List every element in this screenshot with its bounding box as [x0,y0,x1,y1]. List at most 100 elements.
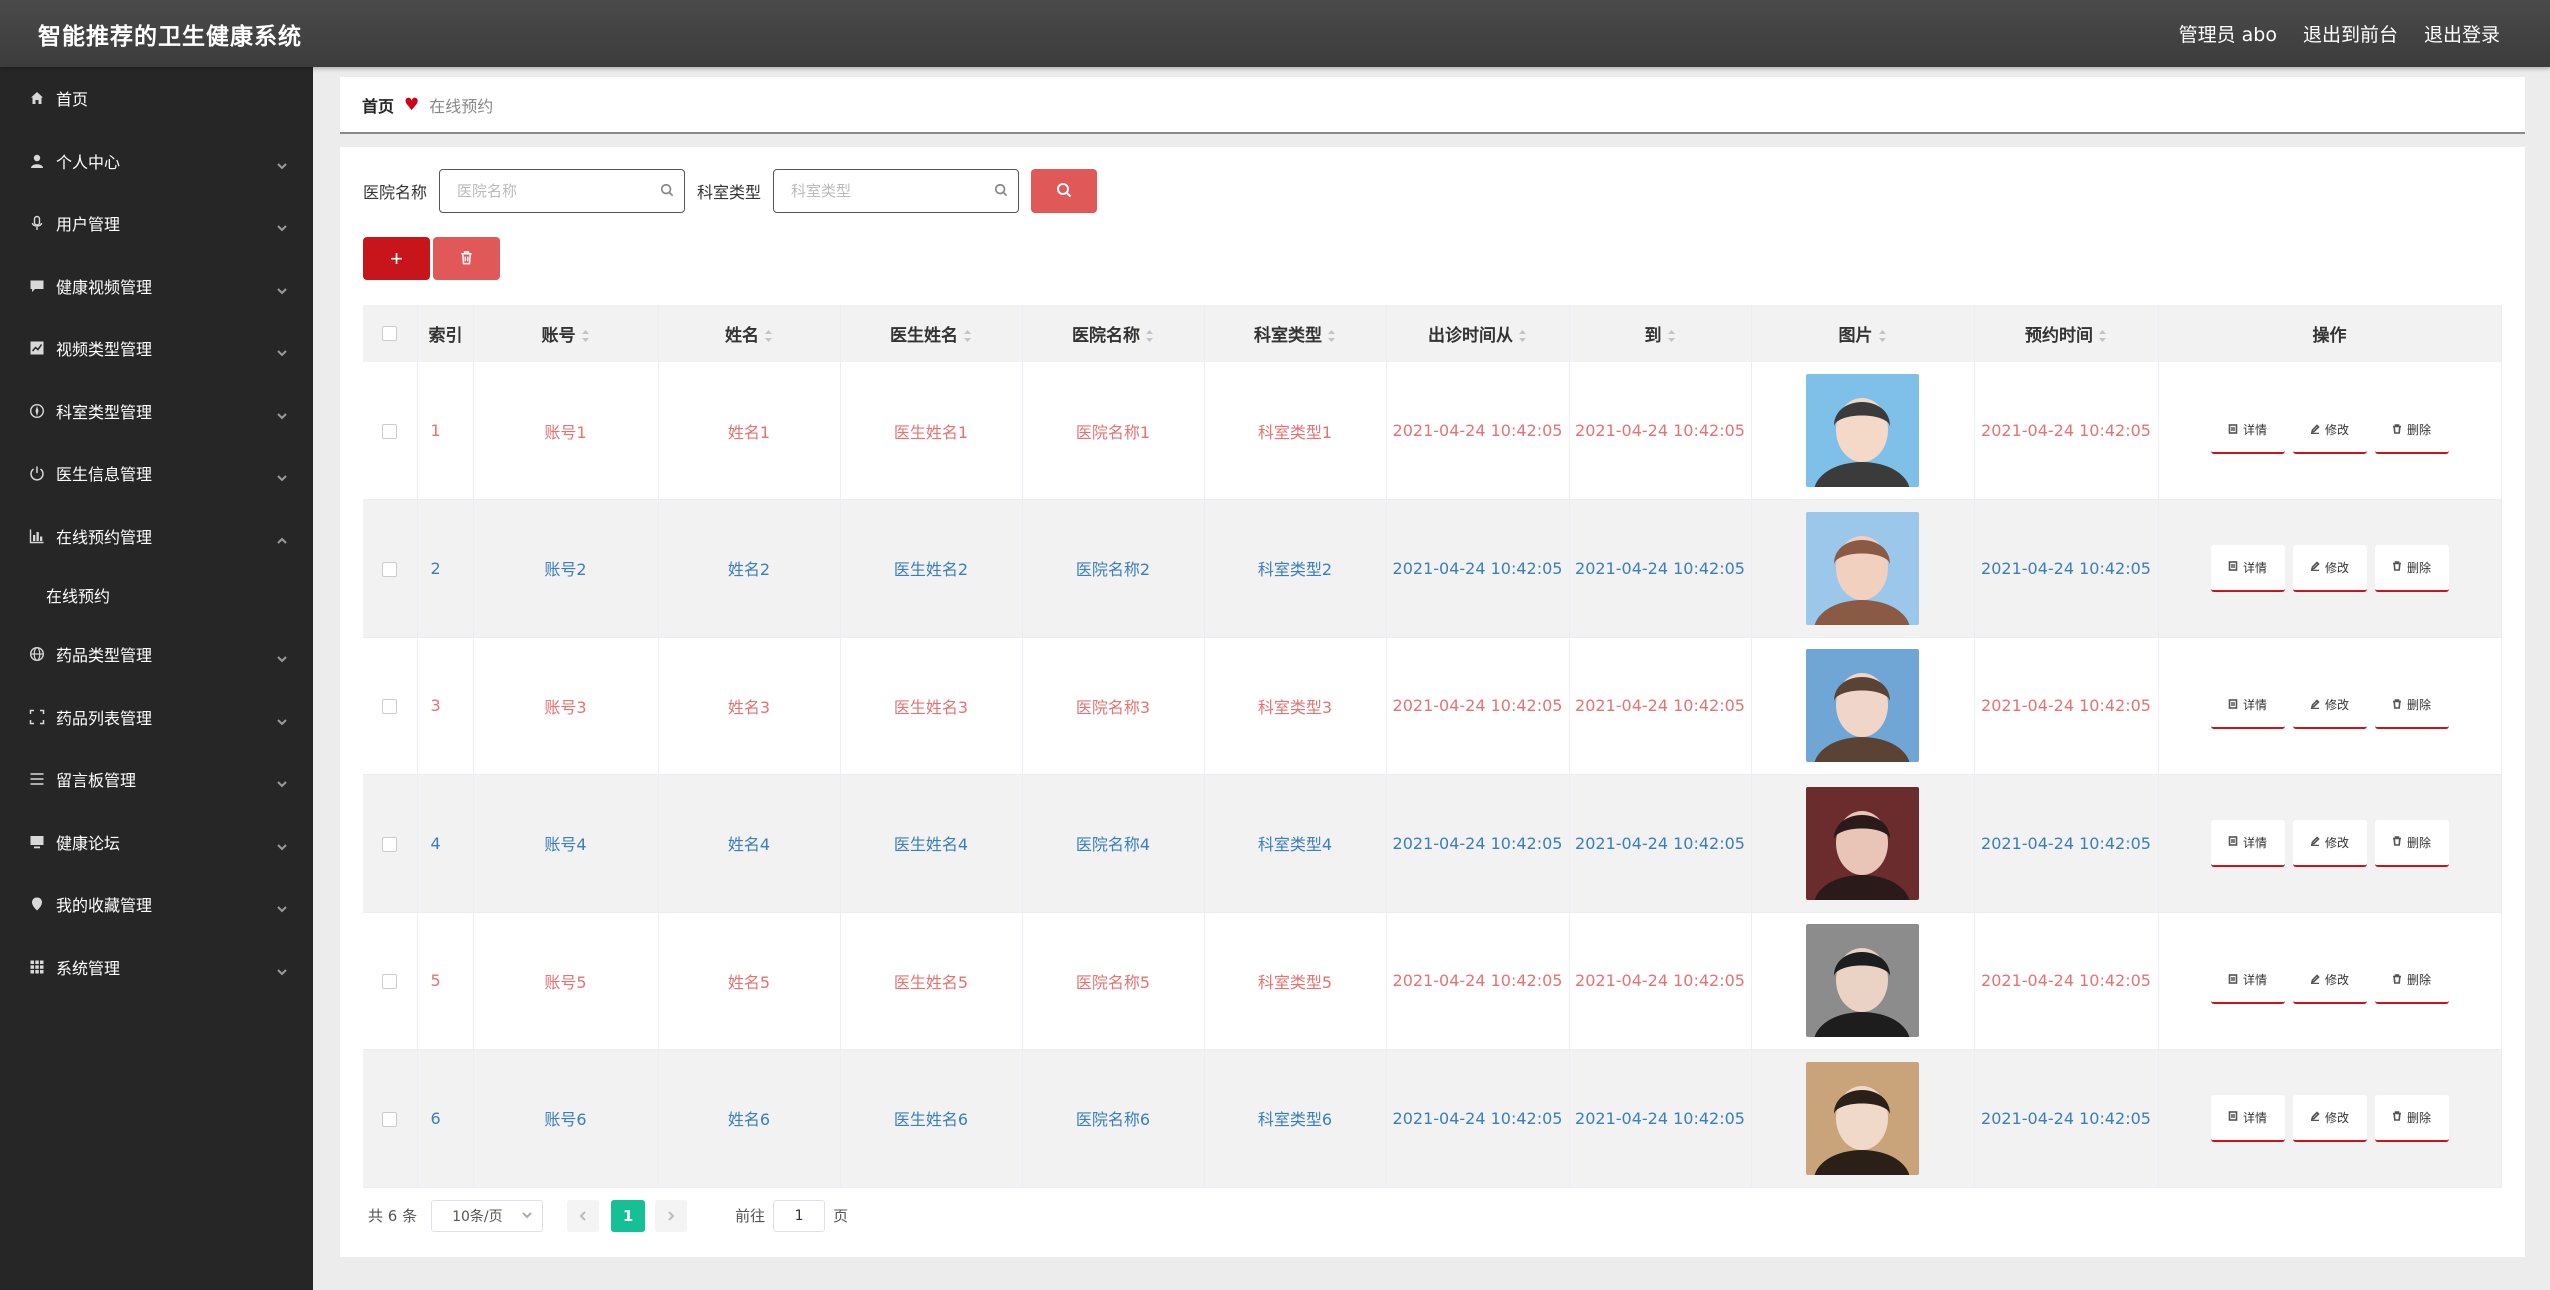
header-from[interactable]: 出诊时间从 [1386,305,1570,362]
header-label: 图片 [1838,326,1873,346]
sidebar-item-medicine-type[interactable]: 药品类型管理 [0,623,313,686]
cell-account: 账号1 [473,362,659,500]
header-picture[interactable]: 图片 [1751,305,1975,362]
sidebar-item-label: 我的收藏管理 [56,896,153,916]
cell-index: 1 [417,362,474,500]
sidebar-item-health-video[interactable]: 健康视频管理 [0,255,313,318]
header-label: 预约时间 [2025,326,2093,346]
edit-button[interactable]: 修改 [2292,682,2367,730]
total-count: 共 6 条 [368,1207,418,1225]
batch-delete-button[interactable] [433,237,500,280]
chat-icon [28,277,46,295]
header-account[interactable]: 账号 [473,305,659,362]
sidebar-subitem-online-booking[interactable]: 在线预约 [0,567,313,623]
edit-label: 修改 [2324,560,2349,575]
sidebar-item-home[interactable]: 首页 [0,67,313,130]
sidebar-item-label: 用户管理 [56,215,121,235]
page-size-select[interactable]: 10条/页 [431,1199,544,1232]
row-checkbox[interactable] [382,699,398,715]
chevron-down-icon [277,962,287,976]
edit-label: 修改 [2324,1110,2349,1125]
sidebar-item-dept-type[interactable]: 科室类型管理 [0,380,313,443]
avatar[interactable] [1806,1061,1919,1175]
dept-type-input[interactable] [791,182,995,200]
avatar[interactable] [1806,924,1919,1038]
sidebar-item-label: 健康视频管理 [56,277,153,297]
edit-button[interactable]: 修改 [2292,957,2367,1005]
sidebar-item-system[interactable]: 系统管理 [0,936,313,999]
header-doctor[interactable]: 医生姓名 [840,305,1023,362]
hospital-name-label: 医院名称 [363,183,428,202]
avatar[interactable] [1806,786,1919,900]
header-label: 出诊时间从 [1428,326,1513,346]
breadcrumb: 首页 ♥ 在线预约 [340,77,2525,134]
row-checkbox[interactable] [382,836,398,852]
table-body: 1 账号1 姓名1 医生姓名1 医院名称1 科室类型1 2021-04-24 10:42:0… [363,362,2502,1187]
row-select-cell [363,1049,418,1187]
avatar[interactable] [1806,511,1919,625]
prev-page-button[interactable] [567,1199,600,1232]
avatar[interactable] [1806,374,1919,487]
cell-doctor: 医生姓名6 [840,1049,1023,1187]
edit-button[interactable]: 修改 [2292,1094,2367,1142]
detail-button[interactable]: 详情 [2210,407,2285,454]
header-booking-time[interactable]: 预约时间 [1974,305,2159,362]
cell-dept: 科室类型5 [1204,912,1387,1050]
exit-to-front-link[interactable]: 退出到前台 [2303,20,2398,47]
delete-button[interactable]: 删除 [2374,819,2449,867]
row-checkbox[interactable] [382,974,398,990]
sidebar-item-label: 首页 [56,90,89,110]
select-all-checkbox[interactable] [382,326,398,341]
detail-button[interactable]: 详情 [2210,544,2285,592]
detail-button[interactable]: 详情 [2210,819,2285,867]
edit-button[interactable]: 修改 [2292,544,2367,592]
detail-button[interactable]: 详情 [2210,957,2285,1005]
sidebar-item-video-type[interactable]: 视频类型管理 [0,317,313,380]
row-checkbox[interactable] [382,1111,398,1127]
edit-label: 修改 [2324,835,2349,850]
header-label: 医院名称 [1072,326,1140,346]
detail-button[interactable]: 详情 [2210,682,2285,730]
search-button[interactable] [1031,169,1098,213]
sidebar-item-online-booking[interactable]: 在线预约管理 [0,505,313,568]
header-hospital[interactable]: 医院名称 [1022,305,1205,362]
header-dept[interactable]: 科室类型 [1204,305,1387,362]
edit-button[interactable]: 修改 [2292,819,2367,867]
edit-button[interactable]: 修改 [2292,407,2367,454]
row-checkbox[interactable] [382,424,398,439]
delete-button[interactable]: 删除 [2374,957,2449,1005]
row-select-cell [363,774,418,912]
trash-icon [2392,973,2407,987]
detail-button[interactable]: 详情 [2210,1094,2285,1142]
header-to[interactable]: 到 [1569,305,1752,362]
sidebar-item-personal-center[interactable]: 个人中心 [0,130,313,193]
hospital-name-input[interactable] [457,182,661,200]
next-page-button[interactable] [655,1199,688,1232]
table-header-row: 索引 账号 姓名 医生姓名 医院名称 科室类型 出诊时间从 到 图片 预约时间 … [363,305,2502,362]
sidebar-item-medicine-list[interactable]: 药品列表管理 [0,686,313,749]
current-user: 管理员 abo [2178,24,2277,46]
row-checkbox[interactable] [382,561,398,577]
add-button[interactable]: + [363,237,430,280]
header-name[interactable]: 姓名 [658,305,841,362]
sidebar-item-health-forum[interactable]: 健康论坛 [0,811,313,874]
sidebar-item-user-management[interactable]: 用户管理 [0,192,313,255]
cell-name: 姓名2 [658,499,841,637]
delete-button[interactable]: 删除 [2374,682,2449,730]
delete-button[interactable]: 删除 [2374,544,2449,592]
logout-link[interactable]: 退出登录 [2424,20,2500,47]
sidebar-item-message-board[interactable]: 留言板管理 [0,748,313,811]
page-number-1[interactable]: 1 [611,1199,646,1232]
cell-booking-time: 2021-04-24 10:42:05 [1974,362,2159,500]
avatar[interactable] [1806,649,1919,763]
list-icon [28,770,46,788]
sidebar-item-favorites[interactable]: 我的收藏管理 [0,873,313,936]
detail-label: 详情 [2242,973,2267,988]
breadcrumb-home[interactable]: 首页 [362,93,394,117]
monitor-icon [28,833,46,851]
goto-page-input[interactable] [773,1199,826,1232]
delete-button[interactable]: 删除 [2374,407,2449,454]
chevron-down-icon [277,156,287,170]
sidebar-item-doctor-info[interactable]: 医生信息管理 [0,442,313,505]
delete-button[interactable]: 删除 [2374,1094,2449,1142]
